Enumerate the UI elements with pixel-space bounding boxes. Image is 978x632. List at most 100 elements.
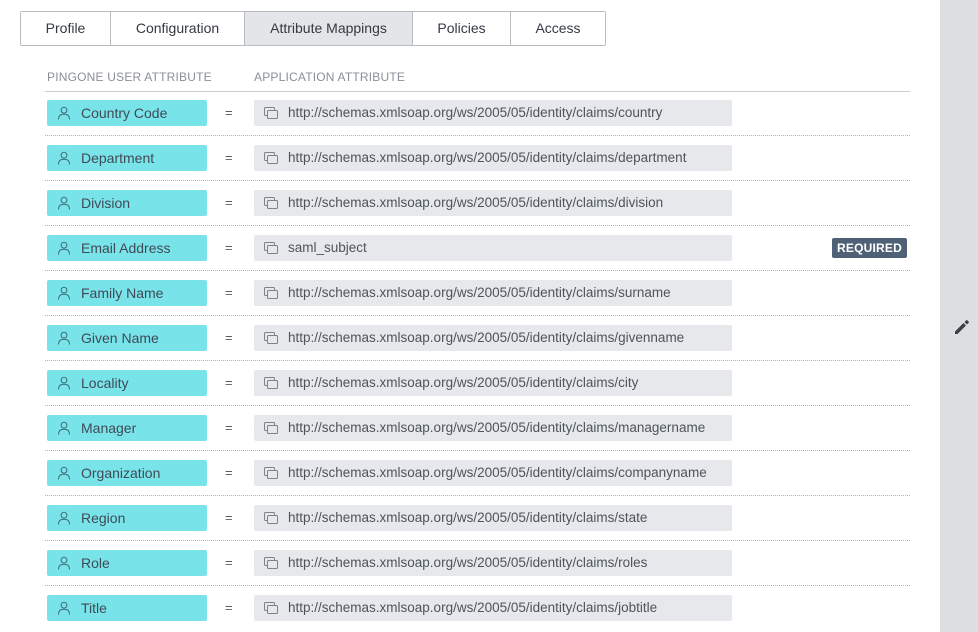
user-attribute-chip[interactable]: Organization [47, 460, 207, 486]
application-attribute-value: http://schemas.xmlsoap.org/ws/2005/05/id… [288, 465, 707, 480]
attribute-icon [264, 287, 278, 299]
application-attribute-value: http://schemas.xmlsoap.org/ws/2005/05/id… [288, 285, 671, 300]
user-attribute-chip[interactable]: Division [47, 190, 207, 216]
equals-sign: = [225, 150, 233, 165]
column-headers: PINGONE USER ATTRIBUTE APPLICATION ATTRI… [45, 70, 910, 92]
user-attribute-column-header: PINGONE USER ATTRIBUTE [47, 70, 212, 84]
tab-profile[interactable]: Profile [21, 12, 111, 45]
mapping-row: Role = http://schemas.xmlsoap.org/ws/2005/… [45, 541, 910, 586]
application-attribute-field[interactable]: http://schemas.xmlsoap.org/ws/2005/05/id… [254, 505, 732, 531]
user-attribute-label: Country Code [81, 105, 168, 121]
user-attribute-label: Role [81, 555, 110, 571]
mapping-row: Manager = http://schemas.xmlsoap.org/ws/20… [45, 406, 910, 451]
user-attribute-chip[interactable]: Manager [47, 415, 207, 441]
application-attribute-field[interactable]: http://schemas.xmlsoap.org/ws/2005/05/id… [254, 415, 732, 441]
user-attribute-chip[interactable]: Department [47, 145, 207, 171]
equals-sign: = [225, 600, 233, 615]
application-attribute-value: http://schemas.xmlsoap.org/ws/2005/05/id… [288, 150, 687, 165]
equals-sign: = [225, 195, 233, 210]
equals-sign: = [225, 510, 233, 525]
user-icon [58, 241, 70, 255]
required-badge: REQUIRED [832, 238, 907, 258]
user-attribute-chip[interactable]: Role [47, 550, 207, 576]
attribute-icon [264, 602, 278, 614]
pencil-icon[interactable] [952, 317, 972, 337]
equals-sign: = [225, 285, 233, 300]
mapping-row: Department = http://schemas.xmlsoap.org/ws… [45, 136, 910, 181]
attribute-icon [264, 107, 278, 119]
user-attribute-label: Department [81, 150, 155, 166]
user-attribute-label: Given Name [81, 330, 159, 346]
attribute-icon [264, 512, 278, 524]
mapping-row: Title = http://schemas.xmlsoap.org/ws/2005… [45, 586, 910, 631]
user-attribute-chip[interactable]: Given Name [47, 325, 207, 351]
mapping-row: Division = http://schemas.xmlsoap.org/ws/2… [45, 181, 910, 226]
mapping-row: Organization = http://schemas.xmlsoap.org/… [45, 451, 910, 496]
user-icon [58, 466, 70, 480]
mapping-row: Country Code = http://schemas.xmlsoap.org/… [45, 91, 910, 136]
user-attribute-label: Division [81, 195, 131, 211]
user-attribute-chip[interactable]: Country Code [47, 100, 207, 126]
tab-policies[interactable]: Policies [413, 12, 511, 45]
application-attribute-value: http://schemas.xmlsoap.org/ws/2005/05/id… [288, 555, 648, 570]
application-attribute-value: http://schemas.xmlsoap.org/ws/2005/05/id… [288, 600, 658, 615]
equals-sign: = [225, 465, 233, 480]
attribute-icon [264, 152, 278, 164]
tab-bar: Profile Configuration Attribute Mappings… [20, 11, 606, 46]
user-icon [58, 556, 70, 570]
application-attribute-field[interactable]: http://schemas.xmlsoap.org/ws/2005/05/id… [254, 595, 732, 621]
user-attribute-chip[interactable]: Title [47, 595, 207, 621]
equals-sign: = [225, 105, 233, 120]
attribute-icon [264, 197, 278, 209]
attribute-icon [264, 557, 278, 569]
user-icon [58, 601, 70, 615]
user-icon [58, 376, 70, 390]
attribute-icon [264, 422, 278, 434]
user-icon [58, 331, 70, 345]
mapping-row: Email Address = saml_subject REQUIRED [45, 226, 910, 271]
user-attribute-label: Locality [81, 375, 129, 391]
user-icon [58, 421, 70, 435]
user-icon [58, 151, 70, 165]
application-attribute-field[interactable]: http://schemas.xmlsoap.org/ws/2005/05/id… [254, 550, 732, 576]
application-attribute-column-header: APPLICATION ATTRIBUTE [254, 70, 406, 84]
tab-configuration[interactable]: Configuration [111, 12, 245, 45]
user-attribute-chip[interactable]: Region [47, 505, 207, 531]
application-attribute-field[interactable]: http://schemas.xmlsoap.org/ws/2005/05/id… [254, 325, 732, 351]
user-icon [58, 106, 70, 120]
tab-access[interactable]: Access [511, 12, 605, 45]
application-attribute-field[interactable]: saml_subject [254, 235, 732, 261]
application-attribute-value: http://schemas.xmlsoap.org/ws/2005/05/id… [288, 510, 648, 525]
user-attribute-chip[interactable]: Family Name [47, 280, 207, 306]
user-attribute-label: Title [81, 600, 107, 616]
application-attribute-value: http://schemas.xmlsoap.org/ws/2005/05/id… [288, 375, 639, 390]
application-attribute-field[interactable]: http://schemas.xmlsoap.org/ws/2005/05/id… [254, 460, 732, 486]
mapping-row: Locality = http://schemas.xmlsoap.org/ws/2… [45, 361, 910, 406]
application-attribute-field[interactable]: http://schemas.xmlsoap.org/ws/2005/05/id… [254, 145, 732, 171]
side-panel [940, 0, 978, 632]
equals-sign: = [225, 330, 233, 345]
application-attribute-field[interactable]: http://schemas.xmlsoap.org/ws/2005/05/id… [254, 280, 732, 306]
user-icon [58, 511, 70, 525]
equals-sign: = [225, 555, 233, 570]
mapping-row: Region = http://schemas.xmlsoap.org/ws/200… [45, 496, 910, 541]
mapping-row: Family Name = http://schemas.xmlsoap.org/w… [45, 271, 910, 316]
mapping-list: Country Code = http://schemas.xmlsoap.org/… [45, 91, 910, 631]
user-attribute-label: Family Name [81, 285, 164, 301]
equals-sign: = [225, 240, 233, 255]
equals-sign: = [225, 420, 233, 435]
user-attribute-chip[interactable]: Locality [47, 370, 207, 396]
user-attribute-chip[interactable]: Email Address [47, 235, 207, 261]
attribute-icon [264, 242, 278, 254]
tab-attribute-mappings[interactable]: Attribute Mappings [245, 12, 413, 45]
attribute-icon [264, 467, 278, 479]
user-icon [58, 196, 70, 210]
application-attribute-value: http://schemas.xmlsoap.org/ws/2005/05/id… [288, 420, 706, 435]
application-attribute-field[interactable]: http://schemas.xmlsoap.org/ws/2005/05/id… [254, 370, 732, 396]
user-attribute-label: Manager [81, 420, 137, 436]
user-attribute-label: Region [81, 510, 126, 526]
application-attribute-field[interactable]: http://schemas.xmlsoap.org/ws/2005/05/id… [254, 100, 732, 126]
application-attribute-field[interactable]: http://schemas.xmlsoap.org/ws/2005/05/id… [254, 190, 732, 216]
attribute-icon [264, 377, 278, 389]
application-attribute-value: http://schemas.xmlsoap.org/ws/2005/05/id… [288, 105, 663, 120]
